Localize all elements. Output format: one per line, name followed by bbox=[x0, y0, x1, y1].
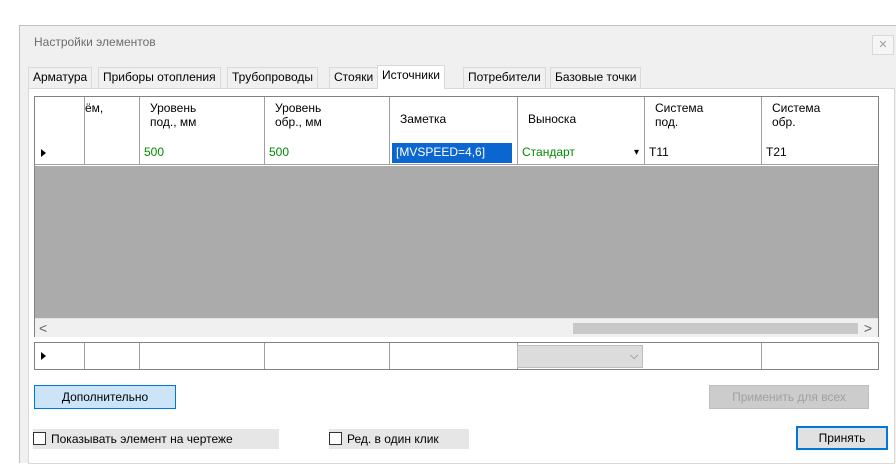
accept-button[interactable]: Принять bbox=[796, 426, 888, 450]
cell-partial[interactable] bbox=[85, 141, 140, 165]
advanced-button[interactable]: Дополнительно bbox=[34, 385, 176, 409]
chevron-down-icon: ⌵ bbox=[626, 346, 642, 367]
current-row-icon bbox=[41, 149, 46, 157]
show-on-drawing-label: Показывать элемент на чертеже bbox=[51, 432, 233, 446]
single-click-edit-checkbox[interactable]: Ред. в один клик bbox=[329, 429, 469, 449]
new-row-grid[interactable]: ⌵ bbox=[34, 342, 879, 370]
data-grid[interactable]: ём, Уровень под., мм Уровень обр., мм За… bbox=[34, 96, 879, 337]
single-click-edit-label: Ред. в один клик bbox=[347, 432, 439, 446]
table-row[interactable]: 500 500 [MVSPEED=4,6] Стандарт ▾ T11 T21 bbox=[35, 141, 878, 165]
cell-level-return[interactable]: 500 bbox=[265, 141, 390, 165]
apply-all-button: Применить для всех bbox=[709, 385, 869, 409]
settings-dialog: Настройки элементов ✕ Арматура Приборы о… bbox=[19, 25, 896, 464]
new-cell[interactable] bbox=[85, 343, 140, 369]
new-cell[interactable] bbox=[265, 343, 390, 369]
row-selector[interactable] bbox=[35, 141, 85, 165]
new-cell[interactable] bbox=[140, 343, 265, 369]
horizontal-scrollbar[interactable]: < > bbox=[35, 318, 878, 337]
dialog-title: Настройки элементов bbox=[34, 35, 156, 49]
cell-system-supply[interactable]: T11 bbox=[645, 141, 762, 165]
new-callout-combo: ⌵ bbox=[517, 345, 643, 368]
new-row-selector[interactable] bbox=[35, 343, 85, 369]
cell-level-supply[interactable]: 500 bbox=[140, 141, 265, 165]
tab-armatura[interactable]: Арматура bbox=[28, 67, 93, 88]
tab-sources[interactable]: Источники bbox=[377, 65, 445, 89]
cell-note[interactable]: [MVSPEED=4,6] bbox=[390, 141, 518, 165]
checkbox-icon[interactable] bbox=[329, 432, 342, 445]
show-on-drawing-checkbox[interactable]: Показывать элемент на чертеже bbox=[33, 429, 279, 449]
tab-heating-devices[interactable]: Приборы отопления bbox=[98, 67, 221, 88]
column-header-level-return[interactable]: Уровень обр., мм bbox=[265, 97, 390, 141]
checkbox-icon[interactable] bbox=[33, 432, 46, 445]
new-cell[interactable] bbox=[645, 343, 762, 369]
cell-system-return[interactable]: T21 bbox=[762, 141, 878, 165]
grid-header: ём, Уровень под., мм Уровень обр., мм За… bbox=[35, 97, 878, 141]
tab-consumers[interactable]: Потребители bbox=[463, 67, 546, 88]
column-header-partial[interactable]: ём, bbox=[85, 97, 140, 141]
tab-pipelines[interactable]: Трубопроводы bbox=[227, 67, 318, 88]
scroll-right-icon[interactable]: > bbox=[864, 320, 872, 336]
scroll-left-icon[interactable]: < bbox=[39, 320, 47, 336]
column-header-note[interactable]: Заметка bbox=[390, 97, 518, 141]
tab-risers[interactable]: Стояки bbox=[329, 67, 379, 88]
column-header-callout[interactable]: Выноска bbox=[518, 97, 645, 141]
current-row-icon bbox=[41, 352, 46, 360]
column-header-level-supply[interactable]: Уровень под., мм bbox=[140, 97, 265, 141]
row-header-corner bbox=[35, 97, 85, 141]
callout-dropdown-icon[interactable]: ▾ bbox=[634, 141, 639, 164]
scroll-thumb[interactable] bbox=[573, 323, 858, 334]
column-header-system-return[interactable]: Система обр. bbox=[762, 97, 878, 141]
tab-base-points[interactable]: Базовые точки bbox=[550, 67, 642, 88]
callout-value: Стандарт bbox=[522, 145, 575, 159]
close-button[interactable]: ✕ bbox=[872, 35, 894, 55]
cell-note-selected[interactable]: [MVSPEED=4,6] bbox=[392, 143, 512, 163]
cell-callout[interactable]: Стандарт ▾ bbox=[518, 141, 645, 165]
column-header-system-supply[interactable]: Система под. bbox=[645, 97, 762, 141]
grid-empty-area bbox=[35, 166, 878, 318]
new-cell[interactable] bbox=[390, 343, 518, 369]
